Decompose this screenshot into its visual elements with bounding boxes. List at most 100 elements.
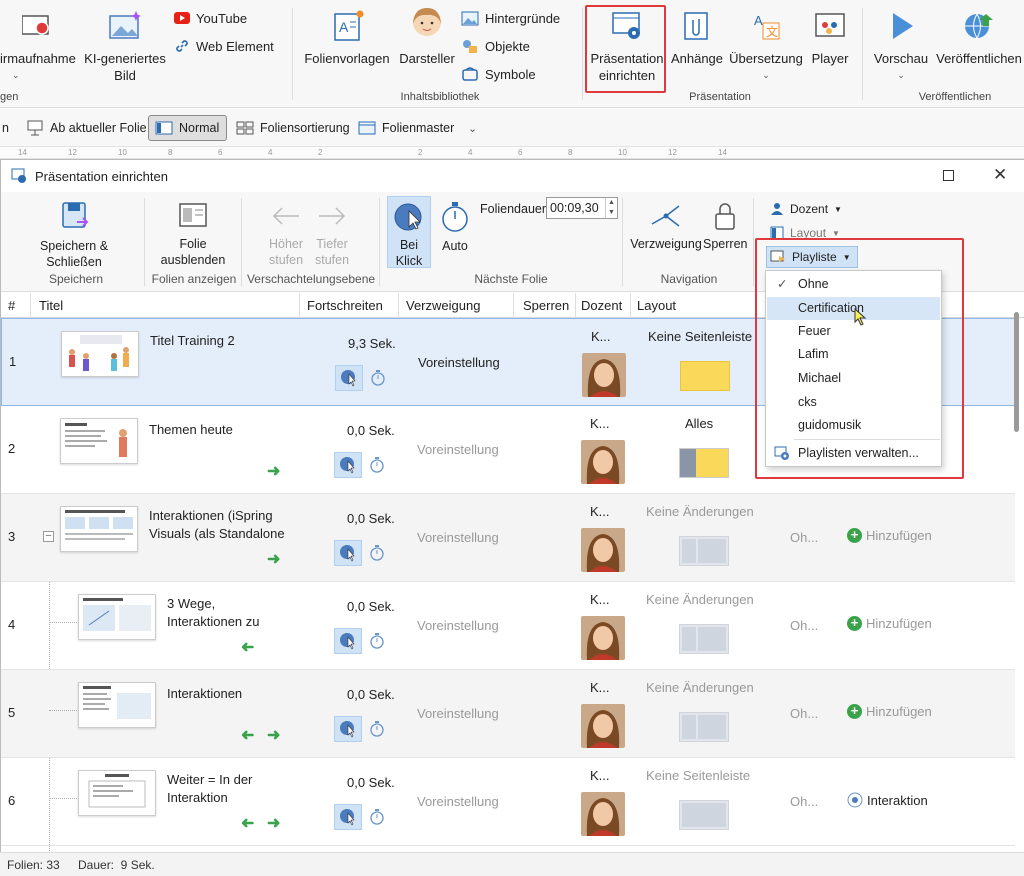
advance-on-click-toggle[interactable] <box>334 540 362 566</box>
collapse-toggle-icon[interactable]: – <box>43 531 54 542</box>
stopwatch-icon[interactable] <box>369 808 385 826</box>
interaction-label: Interaktion <box>867 792 928 808</box>
playlist-option[interactable]: Feuer <box>767 320 940 343</box>
playlist-option[interactable]: Certification <box>767 297 940 326</box>
col-header-layout[interactable]: Layout <box>637 298 676 313</box>
table-row[interactable]: 6 Weiter = In der Interaktion ➜ ➜ 0,0 Se… <box>1 758 1015 846</box>
layout-value[interactable]: Keine Seitenleiste <box>648 329 752 344</box>
objects-button[interactable]: Objekte <box>461 36 530 56</box>
advance-on-click-toggle[interactable] <box>335 365 363 391</box>
col-header-branching[interactable]: Verzweigung <box>406 298 480 313</box>
hide-slide-button[interactable]: Folie ausblenden <box>151 200 235 268</box>
branching-value[interactable]: Voreinstellung <box>417 794 499 809</box>
vertical-scrollbar[interactable] <box>1014 312 1019 432</box>
demote-button[interactable]: Tiefer stufen <box>309 200 355 268</box>
slide-thumbnail[interactable] <box>78 770 156 816</box>
lock-button[interactable]: Sperren <box>703 200 747 252</box>
interaction-link[interactable]: Interaktion <box>847 792 928 808</box>
customize-toolbar-chevron-icon[interactable]: ⌄ <box>462 115 483 141</box>
advance-on-click-toggle[interactable] <box>334 628 362 654</box>
col-header-progress[interactable]: Fortschreiten <box>307 298 383 313</box>
slide-thumbnail[interactable] <box>60 418 138 464</box>
translation-button[interactable]: A文 Übersetzung ⌄ <box>728 10 804 84</box>
slide-master-button[interactable]: Folienmaster <box>352 115 460 141</box>
slide-thumbnail[interactable] <box>78 594 156 640</box>
maximize-icon[interactable] <box>943 170 954 181</box>
spinner-icon[interactable]: ▲ ▼ <box>605 198 617 218</box>
branching-button[interactable]: Verzweigung <box>629 200 703 252</box>
advance-on-click-toggle[interactable] <box>334 716 362 742</box>
slide-thumbnail[interactable] <box>61 331 139 377</box>
layout-value[interactable]: Keine Änderungen <box>646 504 754 519</box>
branching-value[interactable]: Voreinstellung <box>417 442 499 457</box>
backgrounds-button[interactable]: Hintergründe <box>461 8 560 28</box>
playlist-value[interactable]: Oh... <box>790 530 818 545</box>
playlist-option[interactable]: guidomusik <box>767 414 940 437</box>
slide-sorter-button[interactable]: Foliensortierung <box>230 115 356 141</box>
col-header-lock[interactable]: Sperren <box>523 298 569 313</box>
close-icon[interactable]: ✕ <box>993 165 1007 185</box>
prev-arrow-icon: ➜ <box>241 727 255 744</box>
symbols-button[interactable]: Symbole <box>461 64 536 84</box>
tree-branch <box>49 710 77 711</box>
add-interaction-button[interactable]: + Hinzufügen <box>847 704 932 719</box>
save-close-button[interactable]: Speichern & Schließen <box>11 200 137 270</box>
branching-value[interactable]: Voreinstellung <box>417 618 499 633</box>
presenter-photo[interactable] <box>581 792 625 836</box>
layout-value[interactable]: Keine Änderungen <box>646 592 754 607</box>
ai-image-button[interactable]: KI-generiertes Bild <box>80 10 170 84</box>
col-header-title[interactable]: Titel <box>39 298 63 313</box>
youtube-button[interactable]: YouTube <box>174 8 247 28</box>
branching-value[interactable]: Voreinstellung <box>417 530 499 545</box>
from-current-slide-button[interactable]: Ab aktueller Folie <box>20 115 153 141</box>
advance-on-click-toggle[interactable] <box>334 804 362 830</box>
presenter-photo[interactable] <box>581 528 625 572</box>
stopwatch-icon[interactable] <box>369 632 385 650</box>
promote-button[interactable]: Höher stufen <box>263 200 309 268</box>
slide-thumbnail[interactable] <box>78 682 156 728</box>
presenter-photo[interactable] <box>581 704 625 748</box>
branching-value[interactable]: Voreinstellung <box>417 706 499 721</box>
auto-advance-button[interactable]: Auto <box>437 200 473 254</box>
presenter-button[interactable]: Dozent ▼ <box>770 199 842 219</box>
on-click-button[interactable]: Bei Klick <box>387 196 431 268</box>
playlist-option[interactable]: Michael <box>767 367 940 390</box>
presenter-photo[interactable] <box>581 440 625 484</box>
slide-templates-button[interactable]: A Folienvorlagen <box>300 10 394 67</box>
stopwatch-icon[interactable] <box>369 720 385 738</box>
col-header-presenter[interactable]: Dozent <box>581 298 622 313</box>
playlist-option[interactable]: cks <box>767 391 940 414</box>
add-interaction-button[interactable]: + Hinzufügen <box>847 528 932 543</box>
playlist-value[interactable]: Oh... <box>790 706 818 721</box>
preview-button[interactable]: Vorschau ⌄ <box>872 10 930 84</box>
slide-duration-field[interactable]: 00:09,30 ▲ ▼ <box>546 197 618 219</box>
playlist-value[interactable]: Oh... <box>790 794 818 809</box>
playlist-option[interactable]: Lafim <box>767 343 940 366</box>
branching-value[interactable]: Voreinstellung <box>418 355 500 370</box>
playlist-option[interactable]: ✓ Ohne <box>767 273 940 296</box>
manage-playlists-option[interactable]: Playlisten verwalten... <box>767 442 940 465</box>
layout-value[interactable]: Alles <box>685 416 713 431</box>
advance-on-click-toggle[interactable] <box>334 452 362 478</box>
layout-value[interactable]: Keine Änderungen <box>646 680 754 695</box>
stopwatch-icon[interactable] <box>369 544 385 562</box>
normal-view-button[interactable]: Normal <box>148 115 227 141</box>
stopwatch-icon[interactable] <box>370 369 386 387</box>
actors-button[interactable]: Darsteller <box>396 6 458 67</box>
screen-recording-button[interactable]: irmaufnahme ⌄ <box>0 10 78 84</box>
table-row[interactable]: 4 3 Wege, Interaktionen zu ➜ 0,0 Sek. Vo… <box>1 582 1015 670</box>
playlist-value[interactable]: Oh... <box>790 618 818 633</box>
table-row[interactable]: 5 Interaktionen ➜ ➜ 0,0 Sek. Voreinstell… <box>1 670 1015 758</box>
attachments-button[interactable]: Anhänge <box>670 10 724 67</box>
player-button[interactable]: Player <box>808 10 852 67</box>
layout-value[interactable]: Keine Seitenleiste <box>646 768 750 783</box>
table-row[interactable]: 3 – Interaktionen (iSpring Visuals (als … <box>1 494 1015 582</box>
presenter-photo[interactable] <box>582 353 626 397</box>
slide-thumbnail[interactable] <box>60 506 138 552</box>
web-element-button[interactable]: Web Element <box>174 36 274 56</box>
add-interaction-button[interactable]: + Hinzufügen <box>847 616 932 631</box>
slide-title-line2: Interaktion <box>167 790 228 805</box>
presenter-photo[interactable] <box>581 616 625 660</box>
stopwatch-icon[interactable] <box>369 456 385 474</box>
publish-button[interactable]: Veröffentlichen <box>934 10 1024 67</box>
